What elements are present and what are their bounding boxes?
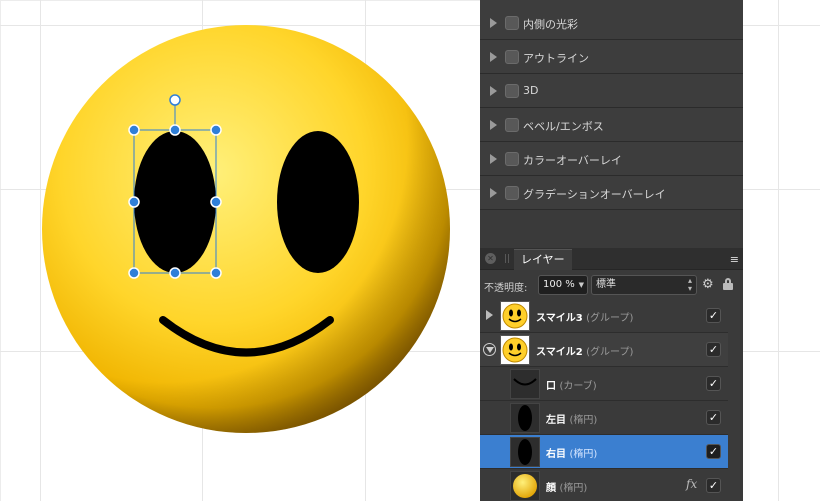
opacity-value: 100 %: [543, 279, 575, 290]
layer-label: 右目 (楕円): [546, 449, 598, 460]
layer-label: スマイル2 (グループ): [536, 347, 634, 358]
panel-gutter: [728, 299, 743, 501]
resize-handle[interactable]: [128, 124, 140, 136]
effect-checkbox[interactable]: [505, 152, 519, 166]
tab-layers[interactable]: レイヤー: [514, 249, 572, 270]
effect-label: カラーオーバーレイ: [523, 154, 622, 167]
effect-row[interactable]: アウトライン: [480, 40, 743, 74]
resize-handle[interactable]: [128, 196, 140, 208]
layer-effects-list: 内側の光彩 アウトライン 3D ベベル/エンボス カラーオーバーレイ グラデーシ…: [480, 0, 743, 210]
layer-row-smile3[interactable]: スマイル3 (グループ) ✓: [480, 299, 728, 333]
right-eye-ellipse[interactable]: [277, 131, 359, 273]
layer-row-left-eye[interactable]: 左目 (楕円) ✓: [480, 401, 728, 435]
panel-menu-icon[interactable]: ≡: [730, 253, 739, 266]
effect-row[interactable]: ベベル/エンボス: [480, 108, 743, 142]
effect-label: 内側の光彩: [523, 18, 578, 31]
visibility-checkbox[interactable]: ✓: [706, 376, 721, 391]
disclosure-triangle-icon[interactable]: [490, 154, 497, 164]
effect-row[interactable]: 内側の光彩: [480, 6, 743, 40]
effect-label: 3D: [523, 84, 539, 97]
grid-line: [743, 25, 820, 26]
ellipse-thumbnail-icon: [518, 405, 532, 431]
disclosure-triangle-icon[interactable]: [490, 18, 497, 28]
lock-icon[interactable]: [723, 278, 733, 290]
grid-line: [778, 0, 779, 501]
artwork-svg: [42, 25, 450, 433]
effect-label: アウトライン: [523, 52, 589, 65]
layer-thumbnail: [500, 335, 530, 365]
rotation-handle[interactable]: [169, 94, 181, 106]
layer-row-smile2[interactable]: スマイル2 (グループ) ✓: [480, 333, 728, 367]
panel-grip-icon[interactable]: ||: [504, 254, 510, 264]
opacity-label: 不透明度:: [484, 283, 528, 294]
fx-icon[interactable]: fx: [686, 477, 697, 491]
visibility-checkbox[interactable]: ✓: [706, 478, 721, 493]
effect-row[interactable]: 3D: [480, 74, 743, 108]
document-canvas[interactable]: [0, 0, 480, 501]
disclosure-triangle-icon[interactable]: [490, 188, 497, 198]
layer-row-mouth[interactable]: 口 (カーブ) ✓: [480, 367, 728, 401]
layer-thumbnail: [510, 437, 540, 467]
layer-controls-bar: 不透明度: 100 % ▼ 標準 ▴ ▾ ⚙: [480, 271, 743, 299]
curve-thumbnail-icon: [513, 378, 537, 386]
gear-icon[interactable]: ⚙: [702, 277, 714, 292]
layer-label: 左目 (楕円): [546, 415, 598, 426]
disclosure-triangle-icon[interactable]: [490, 86, 497, 96]
effect-label: グラデーションオーバーレイ: [523, 188, 666, 201]
disclosure-triangle-icon[interactable]: [490, 120, 497, 130]
canvas-right-area[interactable]: [743, 0, 820, 501]
visibility-checkbox[interactable]: ✓: [706, 444, 721, 459]
layer-thumbnail: [500, 301, 530, 331]
effect-row[interactable]: グラデーションオーバーレイ: [480, 176, 743, 210]
visibility-checkbox[interactable]: ✓: [706, 410, 721, 425]
smiley-thumbnail-icon: [502, 303, 528, 329]
face-shade: [42, 25, 450, 433]
effect-row[interactable]: カラーオーバーレイ: [480, 142, 743, 176]
layer-row-face[interactable]: 顔 (楕円) fx ✓: [480, 469, 728, 501]
circle-thumbnail-icon: [513, 474, 537, 498]
resize-handle[interactable]: [210, 124, 222, 136]
resize-handle[interactable]: [169, 267, 181, 279]
visibility-checkbox[interactable]: ✓: [706, 342, 721, 357]
studio-panel: 内側の光彩 アウトライン 3D ベベル/エンボス カラーオーバーレイ グラデーシ…: [480, 0, 743, 501]
effect-checkbox[interactable]: [505, 16, 519, 30]
effect-checkbox[interactable]: [505, 84, 519, 98]
effect-label: ベベル/エンボス: [523, 120, 604, 133]
ellipse-thumbnail-icon: [518, 439, 532, 465]
layers-panel-header: ✕ || レイヤー ≡: [480, 248, 743, 270]
resize-handle[interactable]: [128, 267, 140, 279]
resize-handle[interactable]: [210, 196, 222, 208]
layer-thumbnail: [510, 403, 540, 433]
blend-mode-select[interactable]: 標準 ▴ ▾: [591, 275, 697, 295]
grid-line: [743, 189, 820, 190]
resize-handle[interactable]: [169, 124, 181, 136]
stepper-arrows-icon: ▴ ▾: [687, 276, 692, 293]
left-eye-ellipse[interactable]: [134, 131, 216, 273]
disclosure-triangle-icon[interactable]: [490, 52, 497, 62]
layer-label: 口 (カーブ): [546, 381, 597, 392]
grid-line: [743, 351, 820, 352]
collapse-triangle-icon[interactable]: [483, 343, 496, 356]
blend-mode-value: 標準: [596, 279, 616, 290]
effect-checkbox[interactable]: [505, 118, 519, 132]
effect-checkbox[interactable]: [505, 50, 519, 64]
layer-row-right-eye[interactable]: 右目 (楕円) ✓: [480, 435, 728, 469]
opacity-dropdown[interactable]: 100 % ▼: [538, 275, 588, 295]
layer-label: 顔 (楕円): [546, 483, 588, 494]
layer-label: スマイル3 (グループ): [536, 313, 634, 324]
close-panel-icon[interactable]: ✕: [485, 253, 496, 264]
resize-handle[interactable]: [210, 267, 222, 279]
panel-spacer: [480, 210, 743, 248]
expand-triangle-icon[interactable]: [486, 310, 493, 320]
layer-thumbnail: [510, 471, 540, 501]
visibility-checkbox[interactable]: ✓: [706, 308, 721, 323]
dropdown-caret-icon: ▼: [578, 281, 584, 289]
smiley-thumbnail-icon: [502, 337, 528, 363]
effect-checkbox[interactable]: [505, 186, 519, 200]
layer-thumbnail: [510, 369, 540, 399]
